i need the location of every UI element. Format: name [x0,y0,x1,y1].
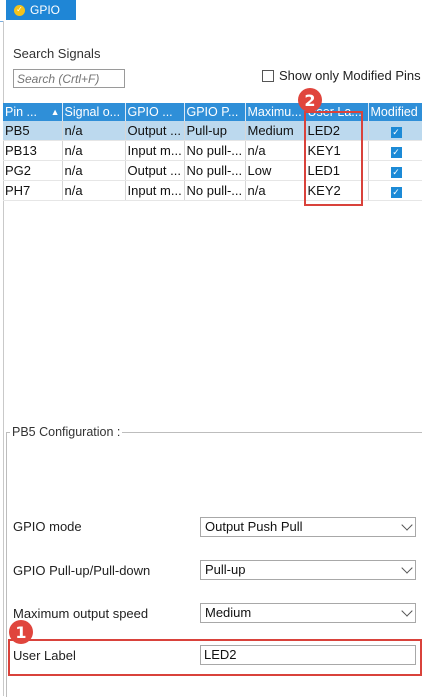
cell-pin: PH7 [3,180,63,201]
column-header-modified[interactable]: Modified [368,103,422,121]
search-input[interactable] [13,69,125,88]
cell-pin: PG2 [3,160,63,181]
cell-signal: n/a [62,160,126,181]
cell-pin: PB5 [3,121,63,141]
modified-checkbox[interactable]: ✓ [390,127,402,138]
cell-modified[interactable]: ✓ [368,140,422,161]
cell-gpio-mode: Input m... [125,140,185,161]
callout-number-1: 1 [9,620,33,644]
cell-gpio-mode: Input m... [125,180,185,201]
cell-modified[interactable]: ✓ [368,121,422,141]
modified-checkbox[interactable]: ✓ [390,167,402,178]
show-modified-checkbox[interactable] [262,69,274,82]
show-modified-toggle[interactable]: Show only Modified Pins [262,68,421,83]
speed-value: Medium [205,605,252,620]
callout-number-2: 2 [298,88,322,112]
column-header-max-speed[interactable]: Maximu... [245,103,306,121]
gpio-mode-select[interactable]: Output Push Pull [200,517,416,537]
cell-gpio-pull: No pull-... [184,140,246,161]
modified-checkbox[interactable]: ✓ [390,147,402,158]
cell-signal: n/a [62,180,126,201]
tab-gpio-label: GPIO [30,3,61,17]
cell-modified[interactable]: ✓ [368,180,422,201]
gpio-mode-value: Output Push Pull [205,519,303,534]
cell-max-speed: Low [245,160,306,181]
cell-max-speed: n/a [245,140,306,161]
cell-gpio-mode: Output ... [125,160,185,181]
gpio-mode-label: GPIO mode [13,519,82,534]
cell-modified[interactable]: ✓ [368,160,422,181]
chevron-down-icon [401,605,413,617]
cell-gpio-pull: Pull-up [184,121,246,141]
pull-value: Pull-up [205,562,246,577]
cell-max-speed: Medium [245,121,306,141]
cell-signal: n/a [62,121,126,141]
sort-up-icon: ▲ [50,107,60,117]
show-modified-label: Show only Modified Pins [279,68,421,83]
cell-gpio-pull: No pull-... [184,180,246,201]
pull-select[interactable]: Pull-up [200,560,416,580]
chevron-down-icon [401,519,413,531]
callout-box-user-label-column [304,111,363,206]
column-header-gpio-pull[interactable]: GPIO P... [184,103,246,121]
speed-select[interactable]: Medium [200,603,416,623]
column-header-gpio-mode[interactable]: GPIO ... [125,103,185,121]
config-title: PB5 Configuration : [10,425,123,439]
cell-max-speed: n/a [245,180,306,201]
column-header-label: Pin ... [5,105,37,119]
chevron-down-icon [401,562,413,574]
speed-label: Maximum output speed [13,606,149,621]
cell-gpio-mode: Output ... [125,121,185,141]
search-signals-title: Search Signals [13,46,101,61]
pull-label: GPIO Pull-up/Pull-down [13,563,151,578]
tab-bar: ✓ GPIO [0,0,422,22]
cell-gpio-pull: No pull-... [184,160,246,181]
cell-pin: PB13 [3,140,63,161]
column-header-signal[interactable]: Signal o... [62,103,126,121]
cell-signal: n/a [62,140,126,161]
check-circle-icon: ✓ [14,4,25,16]
callout-box-user-label-row [8,639,422,676]
modified-checkbox[interactable]: ✓ [390,187,402,198]
column-header-pin[interactable]: Pin ... ▲ [3,103,63,121]
tab-gpio[interactable]: ✓ GPIO [6,0,76,20]
